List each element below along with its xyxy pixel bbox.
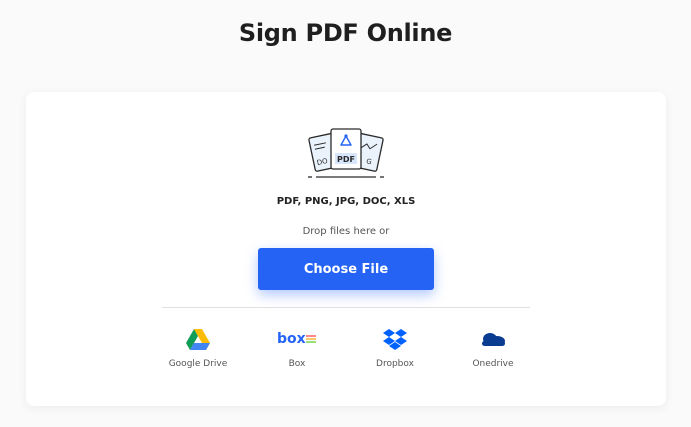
source-label: Onedrive — [472, 359, 514, 369]
choose-file-button[interactable]: Choose File — [258, 248, 434, 290]
onedrive-icon — [482, 333, 505, 346]
box-logo-text: box — [277, 331, 306, 347]
box-icon: box — [277, 331, 316, 347]
source-dropbox[interactable]: Dropbox — [350, 328, 440, 369]
supported-formats: PDF, PNG, JPG, DOC, XLS — [276, 196, 416, 207]
file-types-illustration: DO G PDF — [308, 128, 384, 178]
source-box[interactable]: box Box — [252, 328, 342, 369]
source-label: Box — [288, 359, 306, 369]
upload-card: DO G PDF PDF, PNG, JPG, DOC, XLS Drop fi… — [26, 92, 666, 406]
divider — [162, 307, 530, 308]
source-label: Google Drive — [168, 359, 228, 369]
source-google-drive[interactable]: Google Drive — [153, 328, 243, 369]
dropbox-icon — [383, 329, 407, 350]
page-title: Sign PDF Online — [238, 19, 453, 47]
pdf-badge: PDF — [337, 155, 355, 164]
drop-hint: Drop files here or — [302, 226, 390, 237]
source-onedrive[interactable]: Onedrive — [448, 328, 538, 369]
google-drive-icon — [186, 329, 210, 350]
source-label: Dropbox — [376, 359, 414, 369]
